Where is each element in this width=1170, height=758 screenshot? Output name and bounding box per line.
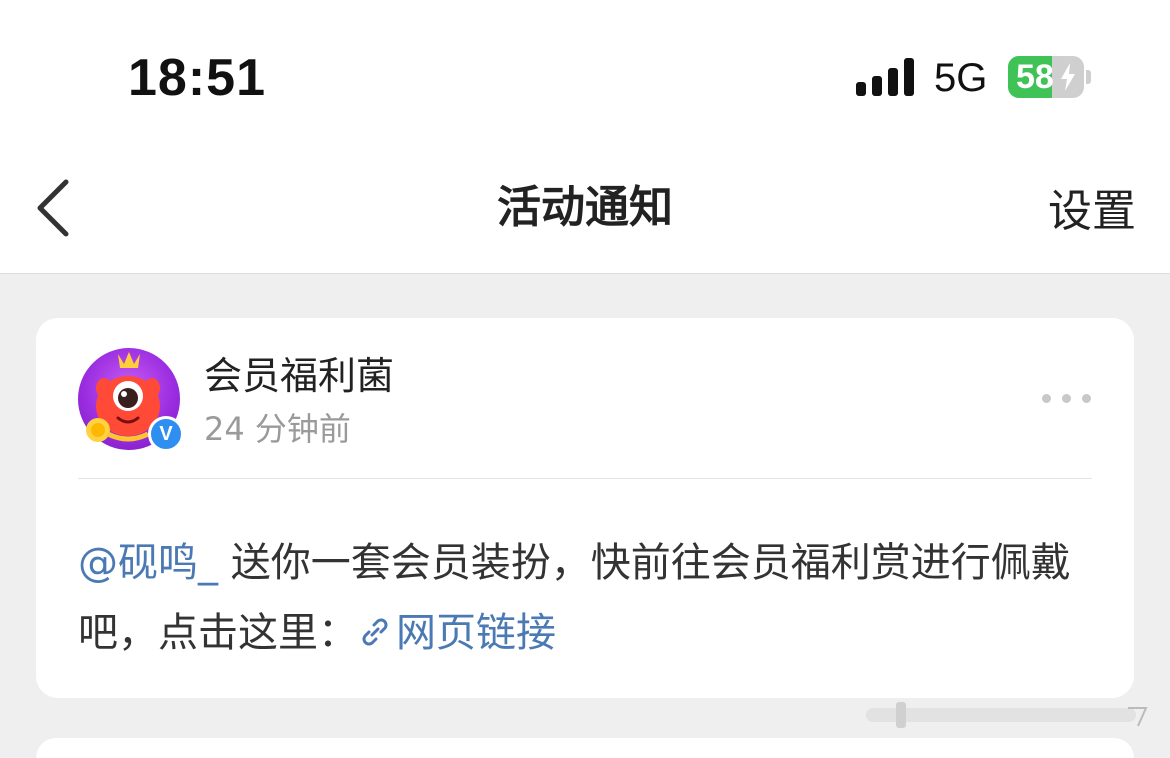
author-name[interactable]: 会员福利菌 [204,352,394,400]
page-title: 活动通知 [497,182,673,233]
divider [78,478,1092,479]
user-mention-link[interactable]: @砚鸣_ [78,540,218,586]
notification-message: @砚鸣_ 送你一套会员装扮，快前往会员福利赏进行佩戴吧，点击这里： 网页链接 [78,528,1078,668]
web-link[interactable]: 网页链接 [358,610,556,656]
message-text: 送你一套会员装扮，快前往会员福利赏进行佩戴吧，点击这里： [78,540,1071,656]
link-icon [362,618,388,646]
network-type: 5G [934,56,988,100]
web-link-label: 网页链接 [396,610,556,656]
navigation-bar: 活动通知 设置 [0,140,1170,274]
notification-card: V 会员福利菌 24 分钟前 @砚鸣_ 送你一套会员装扮，快前往会员福利赏进行佩… [36,318,1134,698]
signal-bars-icon [856,58,916,96]
battery-icon: 58 [1008,56,1084,98]
verified-badge: V [148,416,184,452]
next-notification-card [36,738,1134,758]
status-bar: 18:51 5G 58 [0,0,1170,140]
post-time: 24 分钟前 [204,410,351,448]
settings-button[interactable]: 设置 [1048,184,1136,240]
battery-level: 58 [1016,58,1054,96]
battery-cap [1086,70,1091,84]
status-time: 18:51 [128,49,266,107]
bolt-icon [1061,63,1075,91]
scroll-indicator[interactable] [866,700,1156,730]
more-dots-icon[interactable] [1036,388,1096,408]
